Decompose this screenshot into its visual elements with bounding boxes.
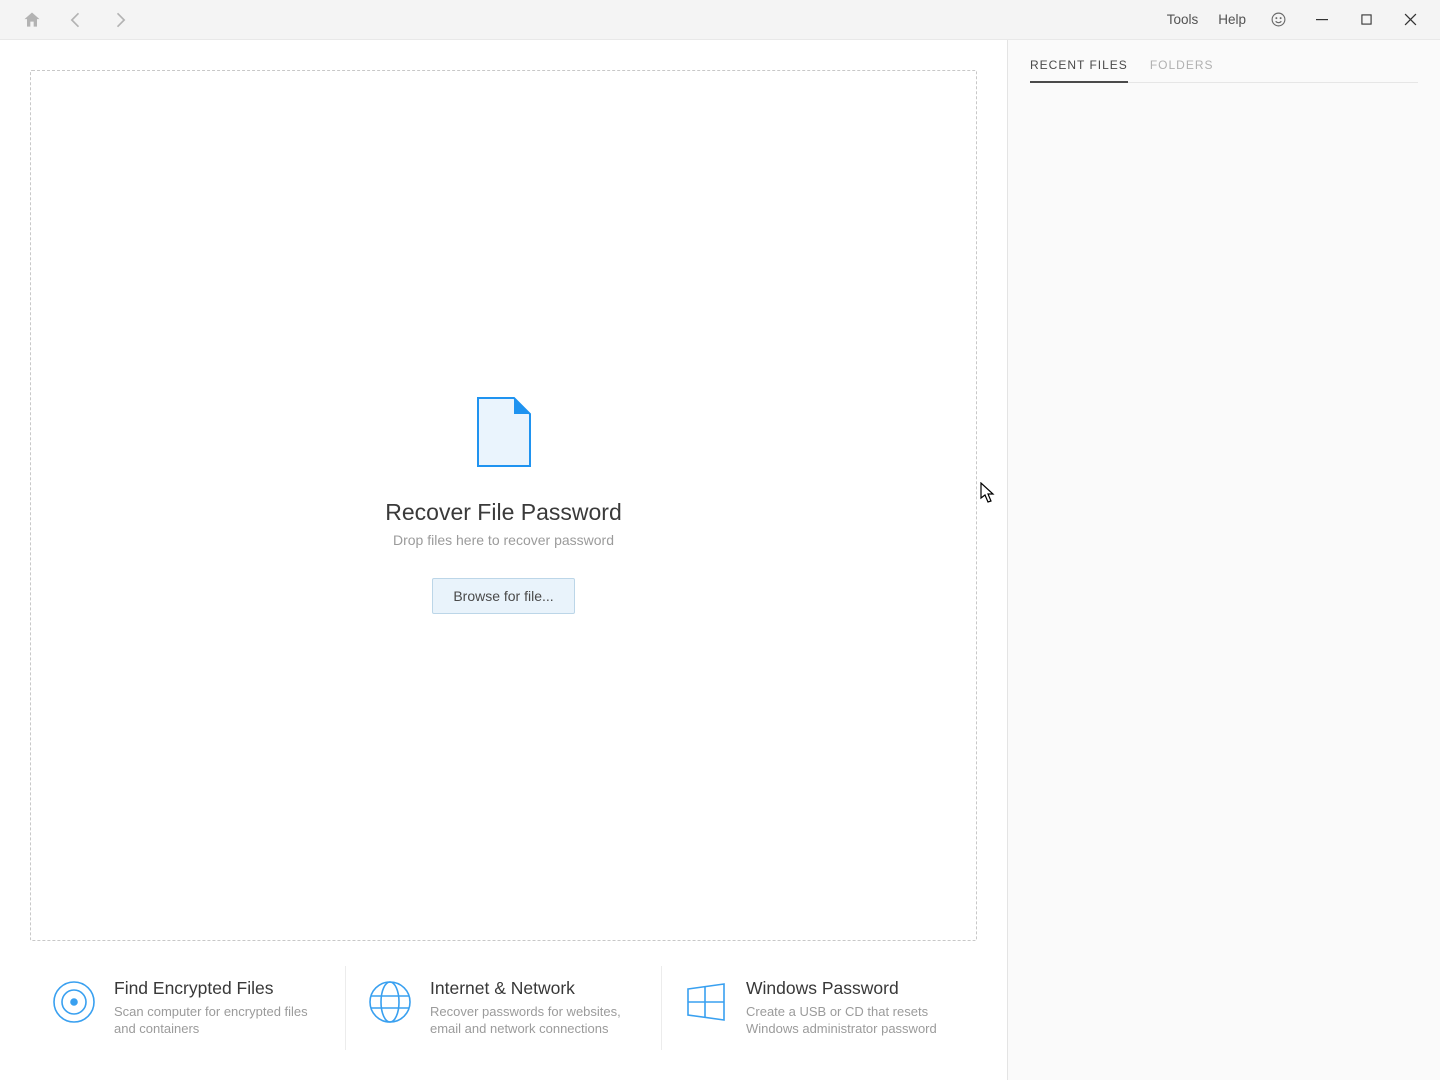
card-text: Windows Password Create a USB or CD that… [746, 978, 957, 1038]
tab-folders[interactable]: FOLDERS [1150, 58, 1214, 82]
card-internet-network[interactable]: Internet & Network Recover passwords for… [345, 966, 661, 1050]
forward-icon[interactable] [110, 10, 130, 30]
smiley-icon[interactable] [1266, 8, 1290, 32]
close-icon[interactable] [1398, 8, 1422, 32]
file-icon [476, 396, 532, 473]
maximize-icon[interactable] [1354, 8, 1378, 32]
main-panel: Recover File Password Drop files here to… [0, 40, 1008, 1080]
sidebar-tabs: RECENT FILES FOLDERS [1030, 58, 1418, 83]
card-text: Find Encrypted Files Scan computer for e… [114, 978, 325, 1038]
card-windows-password[interactable]: Windows Password Create a USB or CD that… [661, 966, 977, 1050]
disc-icon [52, 980, 96, 1029]
browse-button[interactable]: Browse for file... [432, 578, 574, 614]
body: Recover File Password Drop files here to… [0, 40, 1440, 1080]
home-icon[interactable] [22, 10, 42, 30]
toolbar-right: Tools Help [1167, 8, 1440, 32]
card-title: Internet & Network [430, 978, 641, 999]
drop-title: Recover File Password [385, 499, 621, 526]
drop-wrap: Recover File Password Drop files here to… [0, 40, 1007, 956]
card-subtitle: Create a USB or CD that resets Windows a… [746, 1003, 957, 1038]
card-subtitle: Recover passwords for websites, email an… [430, 1003, 641, 1038]
tab-recent-files[interactable]: RECENT FILES [1030, 58, 1128, 83]
card-title: Find Encrypted Files [114, 978, 325, 999]
globe-icon [368, 980, 412, 1029]
tools-menu[interactable]: Tools [1167, 12, 1199, 27]
toolbar: Tools Help [0, 0, 1440, 40]
help-menu[interactable]: Help [1218, 12, 1246, 27]
drop-subtitle: Drop files here to recover password [393, 532, 614, 548]
card-text: Internet & Network Recover passwords for… [430, 978, 641, 1038]
minimize-icon[interactable] [1310, 8, 1334, 32]
sidebar: RECENT FILES FOLDERS [1008, 40, 1440, 1080]
cards-row: Find Encrypted Files Scan computer for e… [0, 956, 1007, 1080]
card-subtitle: Scan computer for encrypted files and co… [114, 1003, 325, 1038]
card-find-encrypted[interactable]: Find Encrypted Files Scan computer for e… [30, 966, 345, 1050]
windows-icon [684, 980, 728, 1029]
toolbar-left [0, 10, 130, 30]
card-title: Windows Password [746, 978, 957, 999]
drop-area[interactable]: Recover File Password Drop files here to… [30, 70, 977, 941]
back-icon[interactable] [66, 10, 86, 30]
